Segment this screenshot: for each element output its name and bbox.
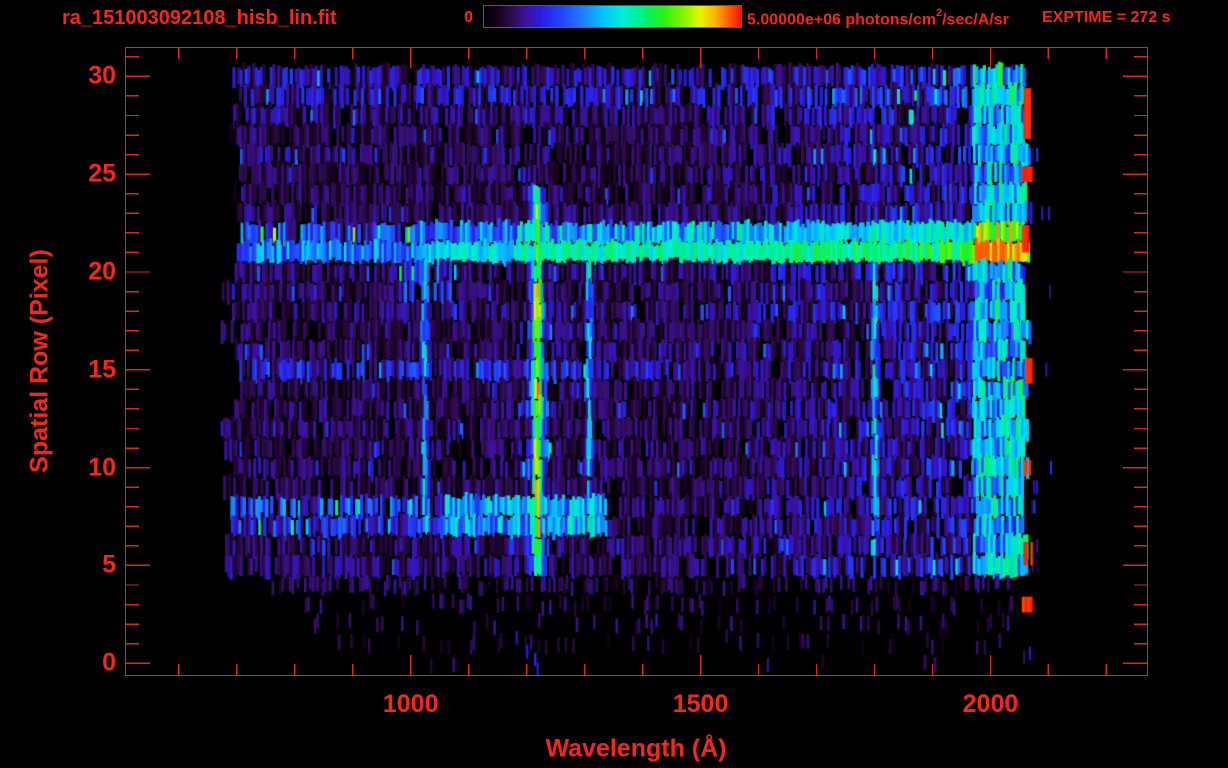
colorbar-max-units: /sec/A/sr <box>942 11 1009 29</box>
x-tick-label: 2000 <box>962 690 1019 718</box>
y-tick-label: 30 <box>88 61 116 90</box>
exptime-label: EXPTIME = 272 s <box>1042 9 1171 26</box>
y-tick-label: 15 <box>88 355 116 384</box>
x-axis-title: Wavelength (Å) <box>545 734 727 763</box>
colorbar-gradient <box>484 6 741 27</box>
colorbar-max-label: 5.00000e+06 photons/cm2/sec/A/sr <box>747 7 1009 29</box>
y-tick-label: 10 <box>88 453 116 482</box>
y-tick-label: 25 <box>88 159 116 188</box>
heatmap-canvas <box>126 48 1147 675</box>
colorbar <box>483 5 742 28</box>
colorbar-max-superscript: 2 <box>935 7 943 19</box>
y-tick-label: 0 <box>102 648 116 677</box>
x-tick-label: 1000 <box>382 690 439 718</box>
idl-spectrogram-window: ra_151003092108_hisb_lin.fit 0 5.00000e+… <box>0 0 1228 768</box>
colorbar-max-value: 5.00000e+06 photons/cm <box>747 11 936 29</box>
y-tick-label: 5 <box>102 550 116 579</box>
file-title: ra_151003092108_hisb_lin.fit <box>62 7 337 29</box>
y-tick-label: 20 <box>88 257 116 286</box>
colorbar-min-label: 0 <box>464 9 473 26</box>
x-tick-label: 1500 <box>672 690 729 718</box>
